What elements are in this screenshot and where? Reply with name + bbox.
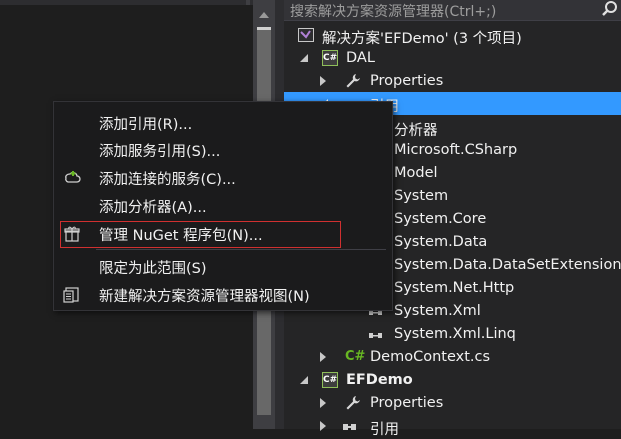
menu-item-new-explorer-view[interactable]: 新建解决方案资源管理器视图(N) bbox=[54, 282, 392, 307]
menu-item-manage-nuget-packages[interactable]: 管理 NuGet 程序包(N)... bbox=[54, 221, 392, 248]
tree-item-label: EFDemo bbox=[346, 372, 413, 388]
tree-item-properties[interactable]: Properties bbox=[284, 70, 621, 93]
solution-icon bbox=[298, 28, 314, 42]
tree-item-label: System.Net.Http bbox=[394, 280, 515, 296]
tree-item-properties[interactable]: Properties bbox=[284, 392, 621, 415]
csharp-file-icon: C# bbox=[345, 349, 366, 364]
menu-item-add-reference[interactable]: 添加引用(R)... bbox=[54, 110, 392, 135]
collapsed-arrow-icon[interactable] bbox=[320, 398, 326, 408]
collapsed-arrow-icon[interactable] bbox=[320, 352, 326, 362]
solution-explorer-search[interactable]: 搜索解决方案资源管理器(Ctrl+;) bbox=[284, 0, 621, 21]
tree-item-references[interactable]: 引用 bbox=[284, 415, 621, 438]
tree-item-label: DemoContext.cs bbox=[370, 349, 491, 365]
tree-item-label: Properties bbox=[370, 73, 444, 89]
references-icon bbox=[343, 424, 356, 430]
nuget-package-icon bbox=[64, 226, 80, 242]
menu-item-add-connected-service[interactable]: 添加连接的服务(C)... bbox=[54, 165, 392, 190]
tree-item-label: Model bbox=[394, 165, 438, 181]
wrench-icon bbox=[346, 396, 360, 410]
reference-icon bbox=[369, 333, 382, 338]
csharp-project-icon: C# bbox=[322, 372, 338, 388]
menu-item-label: 限定为此范围(S) bbox=[99, 261, 207, 277]
tree-item-project-efdemo[interactable]: C# EFDemo bbox=[284, 369, 621, 392]
menu-separator bbox=[96, 249, 386, 250]
menu-item-add-service-reference[interactable]: 添加服务引用(S)... bbox=[54, 137, 392, 162]
tree-item-label: System.Core bbox=[394, 211, 487, 227]
tree-item-file-democontext[interactable]: C# DemoContext.cs bbox=[284, 346, 621, 369]
tree-item-solution[interactable]: 解决方案'EFDemo' (3 个项目) bbox=[284, 24, 621, 47]
tree-item-label: Microsoft.CSharp bbox=[394, 142, 518, 158]
editor-tab-strip bbox=[0, 0, 253, 5]
menu-item-label: 新建解决方案资源管理器视图(N) bbox=[99, 289, 310, 305]
menu-item-label: 管理 NuGet 程序包(N)... bbox=[99, 228, 263, 244]
expanded-arrow-icon[interactable] bbox=[300, 376, 308, 384]
menu-item-label: 添加分析器(A)... bbox=[99, 200, 207, 216]
menu-item-label: 添加连接的服务(C)... bbox=[99, 172, 236, 188]
menu-item-add-analyzer[interactable]: 添加分析器(A)... bbox=[54, 193, 392, 218]
tree-item-label: System bbox=[394, 188, 449, 204]
tree-item-label: 分析器 bbox=[394, 123, 438, 139]
tree-item-label: 解决方案'EFDemo' (3 个项目) bbox=[322, 31, 522, 47]
wrench-icon bbox=[346, 74, 360, 88]
search-icon[interactable] bbox=[601, 0, 619, 18]
expanded-arrow-icon[interactable] bbox=[300, 54, 308, 62]
collapsed-arrow-icon[interactable] bbox=[320, 421, 326, 431]
context-menu: 添加引用(R)... 添加服务引用(S)... 添加连接的服务(C)... 添加… bbox=[53, 101, 393, 311]
menu-item-scope-to-this[interactable]: 限定为此范围(S) bbox=[54, 254, 392, 279]
tree-item-label: System.Data.DataSetExtensions bbox=[394, 257, 621, 273]
tree-item-reference[interactable]: System.Xml.Linq bbox=[284, 323, 621, 346]
tree-item-project-dal[interactable]: C# DAL bbox=[284, 47, 621, 70]
menu-item-label: 添加服务引用(S)... bbox=[99, 144, 221, 160]
tree-item-label: System.Xml bbox=[394, 303, 481, 319]
tree-item-label: DAL bbox=[346, 50, 375, 66]
search-input[interactable]: 搜索解决方案资源管理器(Ctrl+;) bbox=[290, 1, 496, 21]
new-view-icon bbox=[63, 287, 79, 303]
collapsed-arrow-icon[interactable] bbox=[320, 76, 326, 86]
csharp-project-icon: C# bbox=[322, 50, 338, 66]
tree-item-label: System.Xml.Linq bbox=[394, 326, 516, 342]
menu-item-label: 添加引用(R)... bbox=[99, 117, 193, 133]
connected-service-icon bbox=[65, 171, 81, 183]
scroll-up-arrow-icon[interactable] bbox=[259, 12, 269, 18]
tree-item-label: Properties bbox=[370, 395, 444, 411]
tree-item-label: System.Data bbox=[394, 234, 488, 250]
editor-tab-marker bbox=[246, 0, 250, 5]
